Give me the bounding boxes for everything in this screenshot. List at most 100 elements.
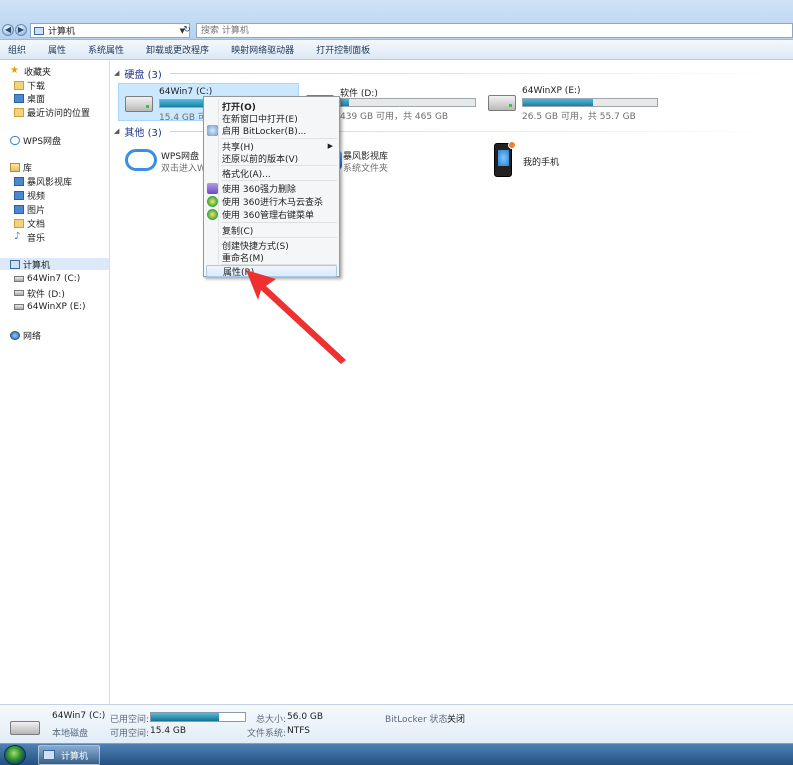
menu-label: 启用 BitLocker(B)...: [222, 126, 307, 137]
collapse-caret-icon[interactable]: ◢: [114, 69, 119, 77]
desktop-icon: [14, 93, 24, 103]
nav-label: 桌面: [27, 94, 46, 105]
phone-badge-icon: [508, 141, 516, 149]
download-folder-icon: [14, 80, 24, 90]
tile-my-phone[interactable]: 我的手机: [494, 141, 594, 183]
nav-baofeng-library[interactable]: 暴风影视库: [14, 175, 72, 188]
group-title: 硬盘 (3): [124, 69, 162, 81]
menu-item-360-manage-menu[interactable]: 使用 360管理右键菜单: [206, 208, 337, 221]
details-fs-label: 文件系统:: [247, 729, 287, 739]
menu-label: 使用 360管理右键菜单: [222, 210, 315, 221]
menu-item-360-force-delete[interactable]: 使用 360强力删除: [206, 182, 337, 195]
nav-label: 图片: [27, 205, 46, 216]
menu-item-open-new-window[interactable]: 在新窗口中打开(E): [206, 112, 337, 125]
group-header-hard-disks[interactable]: ◢ 硬盘 (3): [114, 66, 790, 81]
refresh-icon[interactable]: ↻: [181, 23, 193, 38]
breadcrumb[interactable]: 计算机: [48, 24, 75, 37]
menu-label: 使用 360进行木马云查杀: [222, 197, 324, 208]
menu-label: 还原以前的版本(V): [222, 154, 299, 165]
nav-label: 64Win7 (C:): [27, 274, 81, 284]
details-usage-bar: [150, 712, 246, 722]
details-used-label: 已用空间:: [110, 715, 150, 725]
menu-label: 属性(R): [223, 267, 255, 278]
open-control-panel-button[interactable]: 打开控制面板: [316, 43, 370, 56]
back-button-icon[interactable]: ◀: [2, 24, 14, 36]
drive-usage-bar: [522, 98, 658, 107]
search-input[interactable]: [197, 24, 792, 37]
menu-item-rename[interactable]: 重命名(M): [206, 251, 337, 264]
drive-free-text: 439 GB 可用，共 465 GB: [340, 112, 449, 122]
menu-item-create-shortcut[interactable]: 创建快捷方式(S): [206, 239, 337, 252]
group-header-other[interactable]: ◢ 其他 (3): [114, 124, 790, 139]
tile-subtitle: 双击进入W: [161, 164, 206, 174]
menu-item-open[interactable]: 打开(O): [206, 100, 337, 113]
menu-item-properties[interactable]: 属性(R): [206, 265, 337, 278]
menu-item-restore-versions[interactable]: 还原以前的版本(V): [206, 152, 337, 165]
menu-label: 格式化(A)...: [222, 169, 271, 180]
drive-free-text: 15.4 GB 可: [159, 113, 207, 123]
nav-videos[interactable]: 视频: [14, 189, 46, 202]
nav-recent-places[interactable]: 最近访问的位置: [14, 106, 91, 119]
library-icon: [10, 162, 20, 172]
nav-documents[interactable]: 文档: [14, 217, 45, 230]
nav-drive-c[interactable]: 64Win7 (C:): [14, 273, 80, 285]
nav-drive-e[interactable]: 64WinXP (E:): [14, 301, 86, 313]
nav-label: 视频: [27, 191, 46, 202]
submenu-arrow-icon: ▶: [327, 142, 333, 150]
nav-label: 最近访问的位置: [27, 108, 91, 119]
tile-subtitle: 系统文件夹: [343, 164, 389, 174]
tile-wps-cloud[interactable]: WPS网盘 双击进入W: [125, 147, 206, 187]
menu-item-360-trojan-scan[interactable]: 使用 360进行木马云查杀: [206, 195, 337, 208]
menu-item-copy[interactable]: 复制(C): [206, 224, 337, 237]
properties-button[interactable]: 属性: [48, 43, 66, 56]
network-icon: [10, 330, 20, 340]
recent-places-icon: [14, 107, 24, 117]
nav-wps-cloud[interactable]: WPS网盘: [10, 134, 62, 147]
picture-icon: [14, 204, 24, 214]
group-title: 其他 (3): [124, 127, 162, 139]
details-free-value: 15.4 GB: [150, 726, 187, 736]
organize-button[interactable]: 组织: [8, 43, 26, 56]
360-security-icon: [207, 195, 218, 207]
menu-item-share[interactable]: 共享(H) ▶: [206, 140, 337, 153]
video-library-icon: [14, 176, 24, 186]
nav-label: 收藏夹: [24, 67, 52, 78]
nav-pictures[interactable]: 图片: [14, 203, 46, 216]
drive-free-text: 26.5 GB 可用，共 55.7 GB: [522, 112, 636, 122]
shield-icon: [207, 124, 218, 136]
collapse-caret-icon[interactable]: ◢: [114, 127, 119, 135]
nav-favorites[interactable]: ★ 收藏夹: [10, 65, 52, 78]
star-icon: ★: [10, 65, 19, 76]
hard-drive-icon: [10, 721, 40, 735]
drive-usage-fill: [523, 99, 593, 106]
details-free-label: 可用空间:: [110, 729, 150, 739]
drive-tile-e[interactable]: 64WinXP (E:) 26.5 GB 可用，共 55.7 GB: [482, 83, 662, 122]
start-button-icon[interactable]: [4, 745, 26, 765]
hard-drive-icon: [125, 96, 153, 112]
menu-label: 使用 360强力删除: [222, 184, 297, 195]
nav-label: 库: [23, 163, 33, 174]
menu-item-format[interactable]: 格式化(A)...: [206, 167, 337, 180]
menu-item-bitlocker[interactable]: 启用 BitLocker(B)...: [206, 124, 337, 137]
taskbar-explorer-button[interactable]: 计算机: [38, 745, 100, 765]
forward-button-icon[interactable]: ▶: [15, 24, 27, 36]
document-icon: [14, 218, 24, 228]
nav-desktop[interactable]: 桌面: [14, 92, 46, 105]
nav-downloads[interactable]: 下载: [14, 79, 45, 92]
address-bar[interactable]: 计算机 ▼: [30, 23, 190, 38]
nav-label: WPS网盘: [23, 136, 62, 147]
computer-icon: [43, 750, 55, 760]
nav-libraries[interactable]: 库: [10, 161, 33, 174]
system-properties-button[interactable]: 系统属性: [88, 43, 124, 56]
map-network-drive-button[interactable]: 映射网络驱动器: [231, 43, 294, 56]
nav-drive-d[interactable]: 软件 (D:): [14, 287, 65, 300]
menu-label: 重命名(M): [222, 253, 264, 264]
search-box[interactable]: [196, 23, 793, 38]
details-drive-type: 本地磁盘: [52, 729, 89, 739]
nav-music[interactable]: ♪ 音乐: [14, 231, 45, 244]
uninstall-program-button[interactable]: 卸载或更改程序: [146, 43, 209, 56]
title-bar: ◀ ▶ 计算机 ▼ ↻: [0, 0, 793, 40]
drive-usage-fill: [341, 99, 350, 106]
nav-computer[interactable]: 计算机: [0, 258, 109, 271]
nav-network[interactable]: 网络: [10, 329, 41, 342]
